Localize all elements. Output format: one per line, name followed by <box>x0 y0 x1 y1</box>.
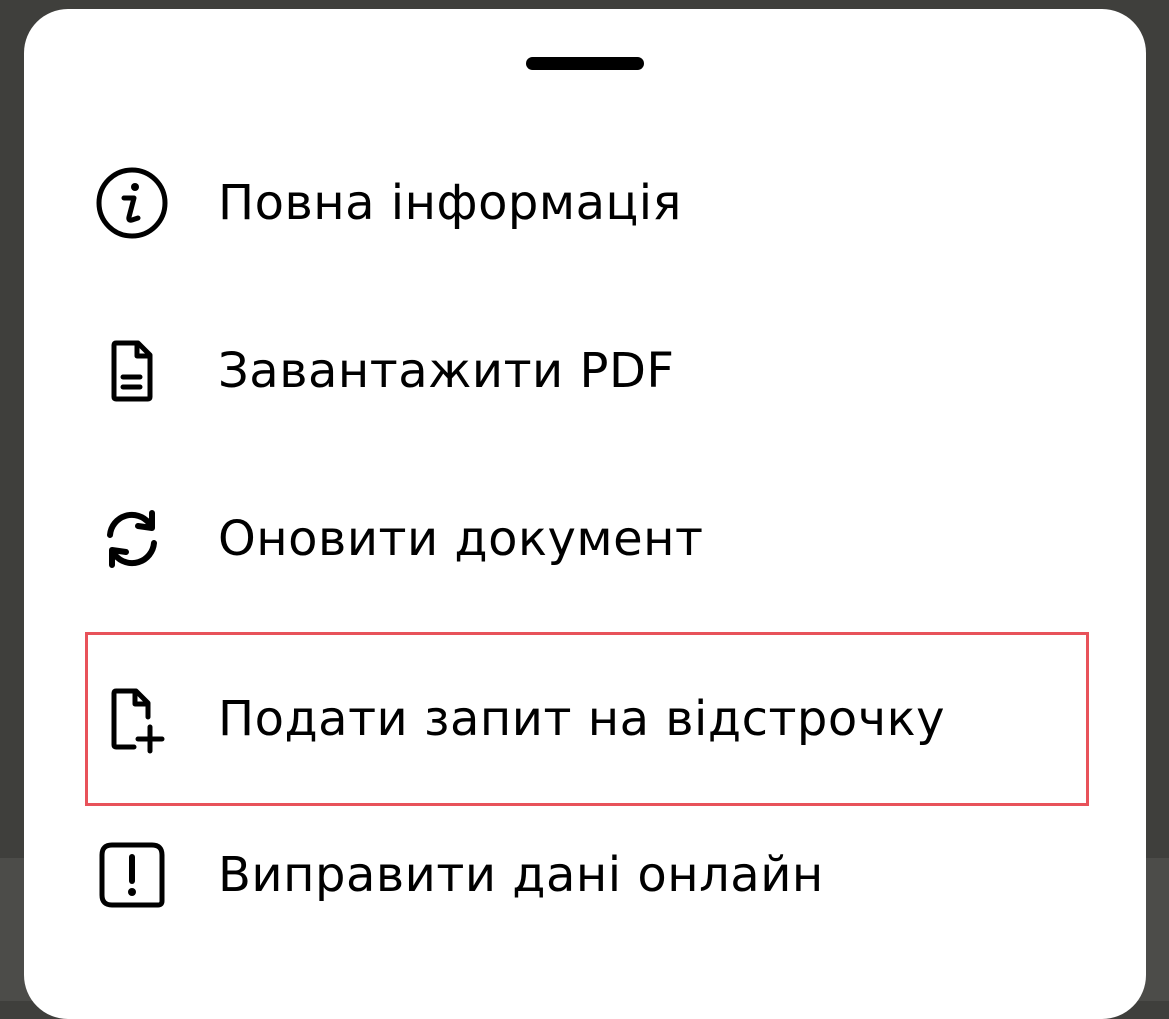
document-add-icon <box>94 681 170 757</box>
bottom-sheet: Повна інформація Завантажити PDF Оновити… <box>24 9 1146 1019</box>
alert-icon <box>94 837 170 913</box>
menu-item-label: Виправити дані онлайн <box>218 847 824 903</box>
menu-item-correct-data-online[interactable]: Виправити дані онлайн <box>88 791 1086 959</box>
menu-item-full-info[interactable]: Повна інформація <box>88 119 1086 287</box>
menu-item-label: Завантажити PDF <box>218 343 675 399</box>
refresh-icon <box>94 501 170 577</box>
menu-item-label: Повна інформація <box>218 175 682 231</box>
menu-item-refresh-document[interactable]: Оновити документ <box>88 455 1086 623</box>
menu-item-label: Подати запит на відстрочку <box>218 691 946 747</box>
info-icon <box>94 165 170 241</box>
menu-item-download-pdf[interactable]: Завантажити PDF <box>88 287 1086 455</box>
drag-handle[interactable] <box>526 57 644 70</box>
menu-item-request-deferral[interactable]: Подати запит на відстрочку <box>85 632 1089 806</box>
document-icon <box>94 333 170 409</box>
menu-item-label: Оновити документ <box>218 511 704 567</box>
